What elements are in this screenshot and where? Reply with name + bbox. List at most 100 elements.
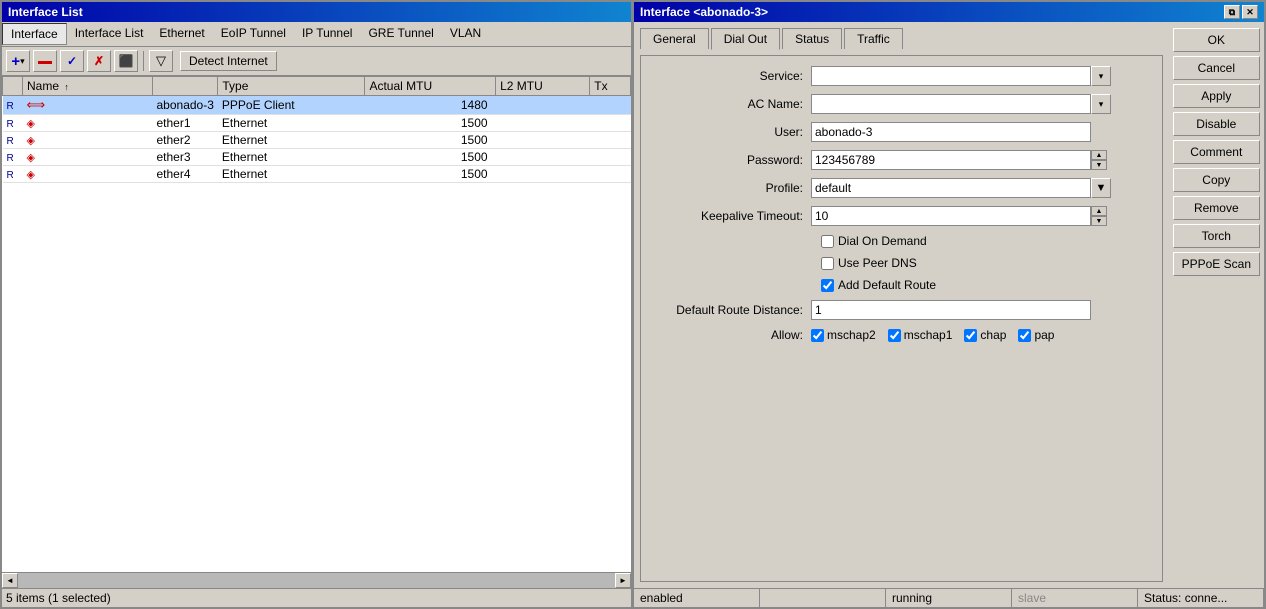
filter-button[interactable]: ▽ (149, 50, 173, 72)
row-icon: ◈ (23, 132, 153, 149)
table-row[interactable]: R ◈ ether1 Ethernet 1500 (3, 115, 631, 132)
row-icon: ◈ (23, 166, 153, 183)
row-l2mtu (496, 115, 590, 132)
enable-button[interactable]: ✓ (60, 50, 84, 72)
restore-button[interactable]: ⧉ (1224, 5, 1240, 19)
table-row[interactable]: R ⟺ abonado-3 PPPoE Client 1480 (3, 96, 631, 115)
use-peer-dns-label: Use Peer DNS (838, 256, 917, 270)
table-row[interactable]: R ◈ ether2 Ethernet 1500 (3, 132, 631, 149)
disable-button[interactable]: ✗ (87, 50, 111, 72)
password-down-button[interactable]: ▼ (1091, 160, 1107, 170)
dial-on-demand-checkbox[interactable] (821, 235, 834, 248)
detect-internet-button[interactable]: Detect Internet (180, 51, 277, 71)
password-row: Password: ▲ ▼ (651, 150, 1152, 170)
menu-vlan[interactable]: VLAN (442, 23, 489, 45)
horizontal-scrollbar[interactable]: ◄ ► (2, 572, 631, 588)
password-up-button[interactable]: ▲ (1091, 150, 1107, 160)
menu-ethernet[interactable]: Ethernet (151, 23, 212, 45)
user-label: User: (651, 125, 811, 139)
allow-label: Allow: (651, 328, 811, 342)
keepalive-up-button[interactable]: ▲ (1091, 206, 1107, 216)
add-default-route-row: Add Default Route (821, 278, 1152, 292)
service-label: Service: (651, 69, 811, 83)
use-peer-dns-checkbox[interactable] (821, 257, 834, 270)
remove-button[interactable]: Remove (1173, 196, 1260, 220)
tab-status[interactable]: Status (782, 28, 842, 49)
row-icon: ◈ (23, 115, 153, 132)
col-type[interactable]: Type (218, 77, 365, 96)
comment-button[interactable]: Comment (1173, 140, 1260, 164)
keepalive-input[interactable] (811, 206, 1091, 226)
scroll-right-button[interactable]: ► (615, 573, 631, 588)
menu-ip-tunnel[interactable]: IP Tunnel (294, 23, 360, 45)
status-running: running (886, 589, 1012, 607)
ac-name-dropdown-button[interactable]: ▾ (1091, 94, 1111, 114)
copy-toolbar-button[interactable]: ⬛ (114, 50, 138, 72)
mschap2-checkbox[interactable] (811, 329, 824, 342)
chap-checkbox[interactable] (964, 329, 977, 342)
allow-row: Allow: mschap2 mschap1 chap (651, 328, 1152, 342)
row-status: R (3, 115, 23, 132)
keepalive-down-button[interactable]: ▼ (1091, 216, 1107, 226)
profile-dropdown-button[interactable]: ▼ (1091, 178, 1111, 198)
tab-bar: General Dial Out Status Traffic (640, 28, 1163, 49)
pppoe-scan-button[interactable]: PPPoE Scan (1173, 252, 1260, 276)
torch-button[interactable]: Torch (1173, 224, 1260, 248)
action-disable-button[interactable]: Disable (1173, 112, 1260, 136)
ok-button[interactable]: OK (1173, 28, 1260, 52)
cross-icon: ✗ (94, 54, 104, 68)
col-l2-mtu[interactable]: L2 MTU (496, 77, 590, 96)
cancel-button[interactable]: Cancel (1173, 56, 1260, 80)
menu-gre-tunnel[interactable]: GRE Tunnel (360, 23, 441, 45)
col-status[interactable] (3, 77, 23, 96)
col-type-icon[interactable] (153, 77, 218, 96)
row-status: R (3, 166, 23, 183)
tab-general[interactable]: General (640, 28, 709, 49)
tab-dial-out[interactable]: Dial Out (711, 28, 780, 50)
copy-button[interactable]: Copy (1173, 168, 1260, 192)
scroll-left-button[interactable]: ◄ (2, 573, 18, 588)
user-input[interactable] (811, 122, 1091, 142)
ac-name-input[interactable] (811, 94, 1091, 114)
col-tx[interactable]: Tx (590, 77, 631, 96)
scroll-track[interactable] (18, 573, 615, 588)
row-mtu: 1500 (365, 166, 496, 183)
col-actual-mtu[interactable]: Actual MTU (365, 77, 496, 96)
password-input[interactable] (811, 150, 1091, 170)
row-l2mtu (496, 166, 590, 183)
user-row: User: (651, 122, 1152, 142)
remove-button[interactable] (33, 50, 57, 72)
password-spin-buttons: ▲ ▼ (1091, 150, 1107, 170)
add-button[interactable]: + ▾ (6, 50, 30, 72)
copy-icon: ⬛ (119, 54, 134, 68)
interface-table-container: Name ↑ Type Actual MTU L2 MTU Tx R ⟺ abo… (2, 76, 631, 572)
service-dropdown-button[interactable]: ▾ (1091, 66, 1111, 86)
apply-button[interactable]: Apply (1173, 84, 1260, 108)
table-row[interactable]: R ◈ ether4 Ethernet 1500 (3, 166, 631, 183)
service-input-group: ▾ (811, 66, 1111, 86)
row-status: R (3, 149, 23, 166)
row-type: Ethernet (218, 132, 365, 149)
service-input[interactable] (811, 66, 1091, 86)
pppoe-icon: ⟺ (27, 97, 46, 112)
use-peer-dns-row: Use Peer DNS (821, 256, 1152, 270)
profile-input[interactable] (811, 178, 1091, 198)
toolbar-divider (143, 51, 144, 71)
col-name[interactable]: Name ↑ (23, 77, 153, 96)
status-slave: slave (1012, 589, 1138, 607)
row-mtu: 1500 (365, 132, 496, 149)
row-type: Ethernet (218, 115, 365, 132)
mschap1-checkbox[interactable] (888, 329, 901, 342)
menu-interface-list[interactable]: Interface List (67, 23, 152, 45)
default-route-distance-input[interactable] (811, 300, 1091, 320)
pap-checkbox[interactable] (1018, 329, 1031, 342)
tab-traffic[interactable]: Traffic (844, 28, 903, 49)
table-row[interactable]: R ◈ ether3 Ethernet 1500 (3, 149, 631, 166)
menu-interface[interactable]: Interface (2, 23, 67, 45)
menu-eoip-tunnel[interactable]: EoIP Tunnel (213, 23, 294, 45)
default-route-distance-row: Default Route Distance: (651, 300, 1152, 320)
row-name: abonado-3 (153, 96, 218, 115)
add-default-route-checkbox[interactable] (821, 279, 834, 292)
menu-bar: Interface Interface List Ethernet EoIP T… (2, 22, 631, 47)
close-button[interactable]: ✕ (1242, 5, 1258, 19)
